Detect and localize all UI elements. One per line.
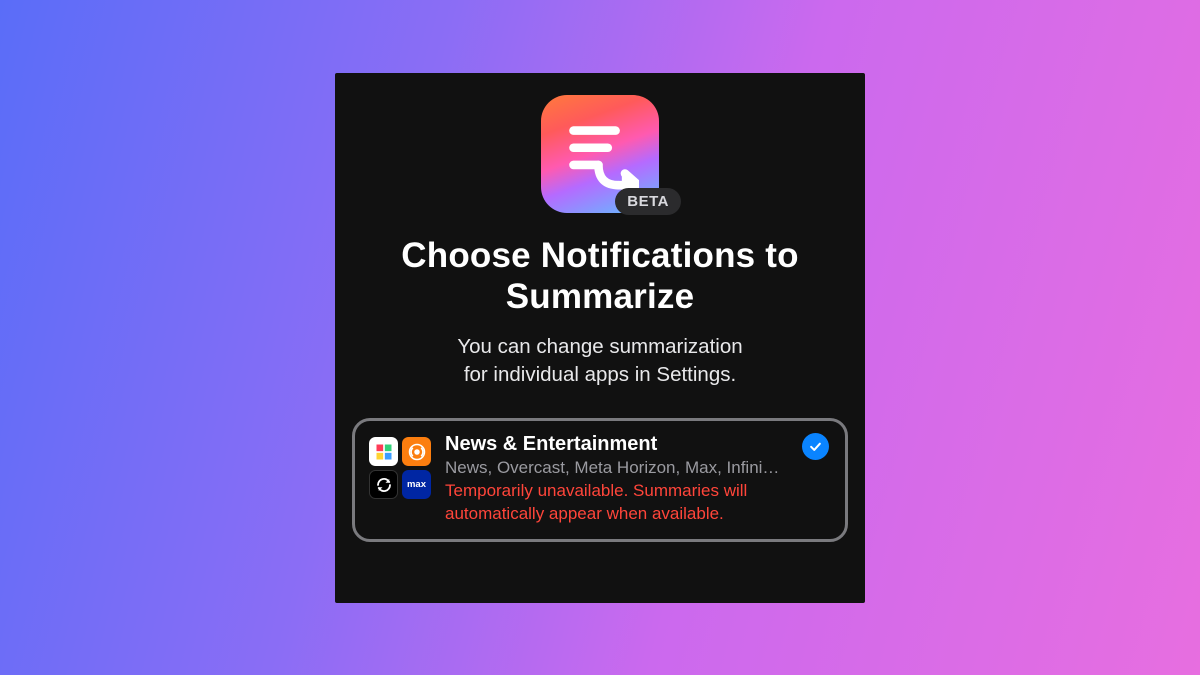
overcast-app-icon xyxy=(402,437,431,466)
feature-icon-wrap: BETA xyxy=(541,95,659,213)
beta-badge: BETA xyxy=(615,188,681,215)
category-news-entertainment[interactable]: max News & Entertainment News, Overcast,… xyxy=(352,418,848,541)
category-title: News & Entertainment xyxy=(445,433,795,456)
category-warning: Temporarily unavailable. Summaries will … xyxy=(445,480,795,524)
news-app-icon xyxy=(369,437,398,466)
page-title: Choose Notifications to Summarize xyxy=(335,235,865,318)
max-app-label: max xyxy=(407,479,426,490)
page-subtitle: You can change summarization for individ… xyxy=(457,333,742,388)
settings-panel: BETA Choose Notifications to Summarize Y… xyxy=(335,73,865,603)
category-apps-line: News, Overcast, Meta Horizon, Max, Infin… xyxy=(445,458,795,478)
sync-app-icon xyxy=(369,470,398,499)
category-app-icons: max xyxy=(369,437,431,499)
category-body: News & Entertainment News, Overcast, Met… xyxy=(445,433,829,524)
max-app-icon: max xyxy=(402,470,431,499)
